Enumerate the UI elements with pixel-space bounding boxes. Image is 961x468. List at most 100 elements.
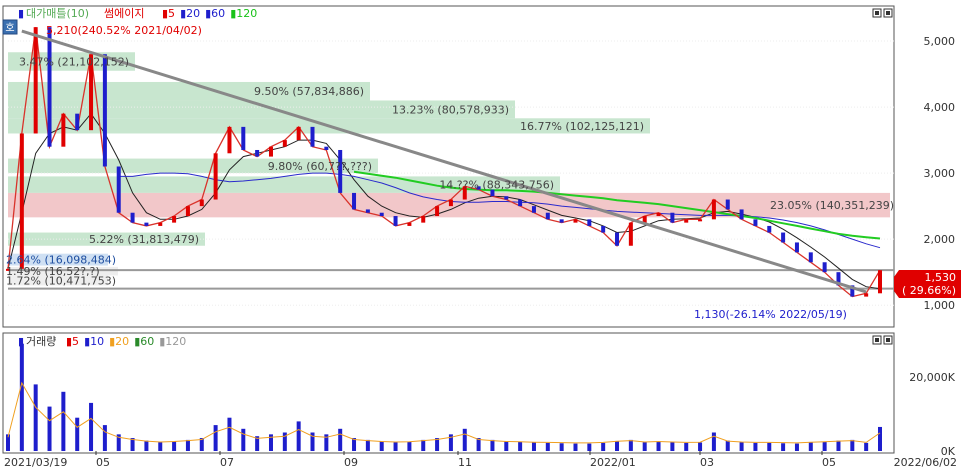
price-candle bbox=[144, 222, 149, 226]
x-tick-label: 11 bbox=[458, 456, 472, 468]
stock-chart: 3.47% (21,102,152) 9.50% (57,834,886) 13.2… bbox=[2, 5, 961, 468]
current-price-box: 1,530 ( 29.66%) bbox=[894, 270, 961, 298]
volume-ma-legend: ▮5 ▮10 ▮20 ▮60 ▮120 bbox=[66, 335, 186, 348]
x-tick-label: 05 bbox=[96, 456, 110, 468]
volume-bar bbox=[241, 428, 246, 451]
price-candle bbox=[352, 192, 357, 210]
volume-ma-legend-60: ▮60 bbox=[134, 335, 154, 348]
volume-ma-legend-10: ▮10 bbox=[84, 335, 104, 348]
volume-profile-label: 9.80% (60,7??,???) bbox=[268, 160, 372, 173]
volume-profile-label: 3.47% (21,102,152) bbox=[19, 55, 129, 68]
volume-bar bbox=[767, 442, 772, 451]
svg-text:▮: ▮ bbox=[18, 335, 24, 348]
volume-bar bbox=[642, 442, 647, 451]
volume-bar bbox=[545, 442, 550, 451]
volume-bar bbox=[836, 440, 841, 451]
price-candle bbox=[601, 225, 606, 233]
volume-bar bbox=[864, 442, 869, 451]
price-candle bbox=[116, 166, 121, 213]
ma-legend-20: ▮20 bbox=[180, 7, 200, 20]
volume-bar bbox=[559, 443, 564, 451]
price-candle bbox=[324, 146, 329, 150]
min-annotation: 1,130(-26.14% 2022/05/19) bbox=[694, 308, 847, 321]
x-end-label: 2022/06/02 bbox=[894, 456, 957, 468]
volume-bar bbox=[822, 441, 827, 451]
volume-bar bbox=[407, 441, 412, 451]
volume-bar bbox=[850, 439, 855, 451]
price-candle bbox=[33, 27, 38, 134]
price-candle bbox=[47, 27, 52, 147]
volume-bar bbox=[739, 442, 744, 451]
volume-bar bbox=[379, 441, 384, 451]
y-tick-label: 4,000 bbox=[924, 101, 956, 114]
volume-profile-label: 23.05% (140,351,239) bbox=[770, 199, 894, 212]
price-candle bbox=[393, 216, 398, 226]
volume-legend: ▮ 거래량 ▮5 ▮10 ▮20 ▮60 ▮120 bbox=[18, 335, 186, 348]
volume-bar bbox=[158, 442, 163, 451]
volume-bar bbox=[504, 441, 509, 451]
volume-bar bbox=[808, 442, 813, 451]
volume-bar bbox=[753, 442, 758, 451]
x-tick-label: 05 bbox=[822, 456, 836, 468]
volume-bar bbox=[462, 428, 467, 451]
price-candle bbox=[435, 206, 440, 217]
price-candle bbox=[573, 219, 578, 223]
volume-bar bbox=[185, 439, 190, 451]
price-candle bbox=[199, 199, 204, 207]
volume-bar bbox=[213, 425, 218, 451]
price-candle bbox=[172, 216, 177, 223]
current-price: 1,530 bbox=[925, 271, 957, 284]
price-candle bbox=[282, 140, 287, 147]
stock-name: 대가매틀(10) bbox=[26, 7, 89, 20]
volume-bar bbox=[144, 440, 149, 451]
price-candle bbox=[19, 133, 24, 269]
price-candle bbox=[559, 219, 564, 223]
price-candle bbox=[185, 206, 190, 217]
price-candle bbox=[698, 219, 703, 222]
price-candle bbox=[75, 113, 80, 131]
volume-bar bbox=[878, 426, 882, 451]
price-candle bbox=[656, 212, 661, 217]
volume-bar bbox=[393, 442, 398, 451]
price-candle bbox=[615, 232, 620, 246]
volume-bar bbox=[19, 343, 24, 451]
volume-ma-legend-5: ▮5 bbox=[66, 335, 79, 348]
price-candle bbox=[670, 212, 675, 223]
volume-bar bbox=[725, 440, 730, 451]
ma-legend-60: ▮60 bbox=[205, 7, 225, 20]
y-tick-label: 2,000 bbox=[924, 233, 956, 246]
price-candle bbox=[310, 126, 315, 147]
price-candle bbox=[587, 219, 592, 226]
volume-bar bbox=[296, 421, 301, 451]
indicator-name: 썸에이지 bbox=[104, 7, 144, 20]
legend-symbol: ▮ bbox=[18, 7, 24, 20]
volume-bar bbox=[227, 417, 232, 451]
volume-panel-frame bbox=[2, 332, 895, 454]
max-label: 5,210(240.52% 2021/04/02) bbox=[46, 24, 202, 37]
volume-bar bbox=[781, 443, 786, 451]
volume-title: 거래량 bbox=[26, 335, 56, 348]
price-candle bbox=[255, 149, 260, 157]
price-candle bbox=[227, 126, 232, 154]
x-tick-label: 07 bbox=[220, 456, 234, 468]
volume-bar bbox=[102, 425, 107, 451]
volume-bar bbox=[587, 443, 592, 451]
volume-bar bbox=[172, 441, 177, 451]
price-panel-tag[interactable]: 호 bbox=[2, 19, 18, 35]
price-candle bbox=[130, 212, 135, 223]
x-tick-label: 03 bbox=[700, 456, 714, 468]
price-candle bbox=[878, 270, 882, 294]
volume-profile-label: 13.23% (80,578,933) bbox=[392, 103, 509, 116]
price-candle bbox=[448, 199, 453, 207]
volume-bar bbox=[47, 406, 52, 451]
price-candle bbox=[628, 222, 633, 246]
volume-bar bbox=[601, 442, 606, 451]
volume-bar bbox=[670, 442, 675, 451]
volume-bar bbox=[33, 384, 38, 451]
volume-bar bbox=[684, 442, 689, 451]
x-tick-label: 09 bbox=[344, 456, 358, 468]
ma-legend-120: ▮120 bbox=[230, 7, 257, 20]
price-candle bbox=[753, 219, 758, 226]
volume-ma-legend-120: ▮120 bbox=[159, 335, 186, 348]
current-change: ( 29.66%) bbox=[902, 284, 956, 297]
